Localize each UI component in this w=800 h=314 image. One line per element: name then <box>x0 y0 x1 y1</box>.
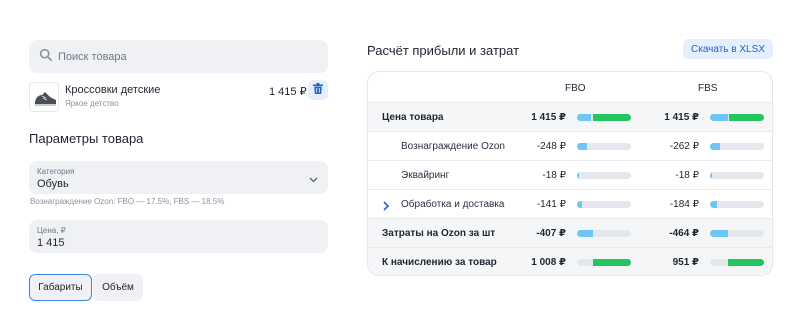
table-row: К начислению за товар 1 008 ₽ 951 ₽ <box>368 247 772 275</box>
fbo-profit-fill <box>593 114 631 121</box>
fbo-bar <box>577 114 631 121</box>
fbo-bar <box>577 143 631 150</box>
fbo-value: -18 ₽ <box>542 170 566 181</box>
fbs-bar <box>710 114 764 121</box>
row-label: Цена товара <box>382 112 444 123</box>
row-label: Затраты на Ozon за шт <box>382 228 496 239</box>
fbs-bar <box>710 172 764 179</box>
fbs-value: -262 ₽ <box>669 141 699 152</box>
fbs-value: 951 ₽ <box>672 257 699 268</box>
fbs-value: 1 415 ₽ <box>664 112 699 123</box>
category-label: Категория <box>37 167 75 176</box>
fbo-bar <box>577 172 631 179</box>
calc-title: Расчёт прибыли и затрат <box>367 43 520 58</box>
fbs-profit-fill <box>729 114 764 121</box>
table-header: FBO FBS <box>368 72 772 102</box>
fbo-cost-fill <box>577 230 593 237</box>
fbo-value: -407 ₽ <box>536 228 566 239</box>
params-title: Параметры товара <box>29 131 144 146</box>
column-header-fbs: FBS <box>698 83 718 94</box>
column-header-fbo: FBO <box>565 83 586 94</box>
fbo-bar <box>577 201 631 208</box>
fbs-bar <box>710 143 764 150</box>
fbs-bar <box>710 259 764 266</box>
fbs-cost-fill <box>710 143 720 150</box>
row-label: К начислению за товар <box>382 257 497 268</box>
table-row: Эквайринг -18 ₽ -18 ₽ <box>368 160 772 189</box>
calc-table: FBO FBS Цена товара 1 415 ₽ 1 415 ₽ Вознагр… <box>367 71 773 276</box>
fbs-cost-fill <box>710 172 712 179</box>
price-label: Цена, ₽ <box>37 226 66 235</box>
fbs-bar <box>710 201 764 208</box>
row-label: Обработка и доставка <box>401 199 505 210</box>
fbs-value: -464 ₽ <box>669 228 699 239</box>
chevron-right-icon[interactable] <box>382 198 390 211</box>
fbs-bar <box>710 230 764 237</box>
trash-icon <box>313 81 323 99</box>
row-label: Вознаграждение Ozon <box>401 141 505 152</box>
fbo-value: 1 415 ₽ <box>531 112 566 123</box>
fbo-bar <box>577 259 631 266</box>
tab-dimensions[interactable]: Габариты <box>29 274 92 301</box>
product-brand: Яркое детство <box>65 99 119 108</box>
product-price: 1 415 ₽ <box>269 86 307 98</box>
product-name: Кроссовки детские <box>65 84 161 96</box>
search-box[interactable] <box>29 40 328 73</box>
fbs-value: -18 ₽ <box>675 170 699 181</box>
fbo-cost-fill <box>577 172 579 179</box>
fbo-value: -141 ₽ <box>536 199 566 210</box>
search-input[interactable] <box>58 50 298 63</box>
table-row: Вознаграждение Ozon -248 ₽ -262 ₽ <box>368 131 772 160</box>
commission-hint: Вознаграждение Ozon: FBO — 17.5%, FBS — … <box>30 197 225 206</box>
fbo-value: 1 008 ₽ <box>531 257 566 268</box>
fbs-cost-fill <box>710 201 717 208</box>
table-row: Цена товара 1 415 ₽ 1 415 ₽ <box>368 102 772 131</box>
delete-product-button[interactable] <box>308 80 328 100</box>
row-label: Эквайринг <box>401 170 450 181</box>
fbs-value: -184 ₽ <box>669 199 699 210</box>
fbo-profit-fill <box>593 259 631 266</box>
tab-volume[interactable]: Объём <box>93 274 143 301</box>
fbo-value: -248 ₽ <box>536 141 566 152</box>
chevron-down-icon <box>308 172 319 183</box>
selected-product: Кроссовки детские Яркое детство 1 415 ₽ <box>29 80 328 112</box>
table-row: Затраты на Ozon за шт -407 ₽ -464 ₽ <box>368 218 772 247</box>
price-field[interactable]: Цена, ₽ 1 415 <box>29 220 328 253</box>
download-xlsx-button[interactable]: Скачать в XLSX <box>683 39 773 59</box>
product-image <box>29 82 59 112</box>
category-value: Обувь <box>37 178 69 190</box>
fbs-cost-fill <box>710 230 728 237</box>
fbs-cost-fill <box>710 114 728 121</box>
table-row[interactable]: Обработка и доставка -141 ₽ -184 ₽ <box>368 189 772 218</box>
fbo-cost-fill <box>577 143 587 150</box>
category-select[interactable]: Категория Обувь <box>29 161 328 194</box>
fbs-profit-fill <box>728 259 764 266</box>
search-icon <box>39 48 52 66</box>
fbo-cost-fill <box>577 201 582 208</box>
price-value: 1 415 <box>37 237 65 249</box>
fbo-cost-fill <box>577 114 591 121</box>
fbo-bar <box>577 230 631 237</box>
